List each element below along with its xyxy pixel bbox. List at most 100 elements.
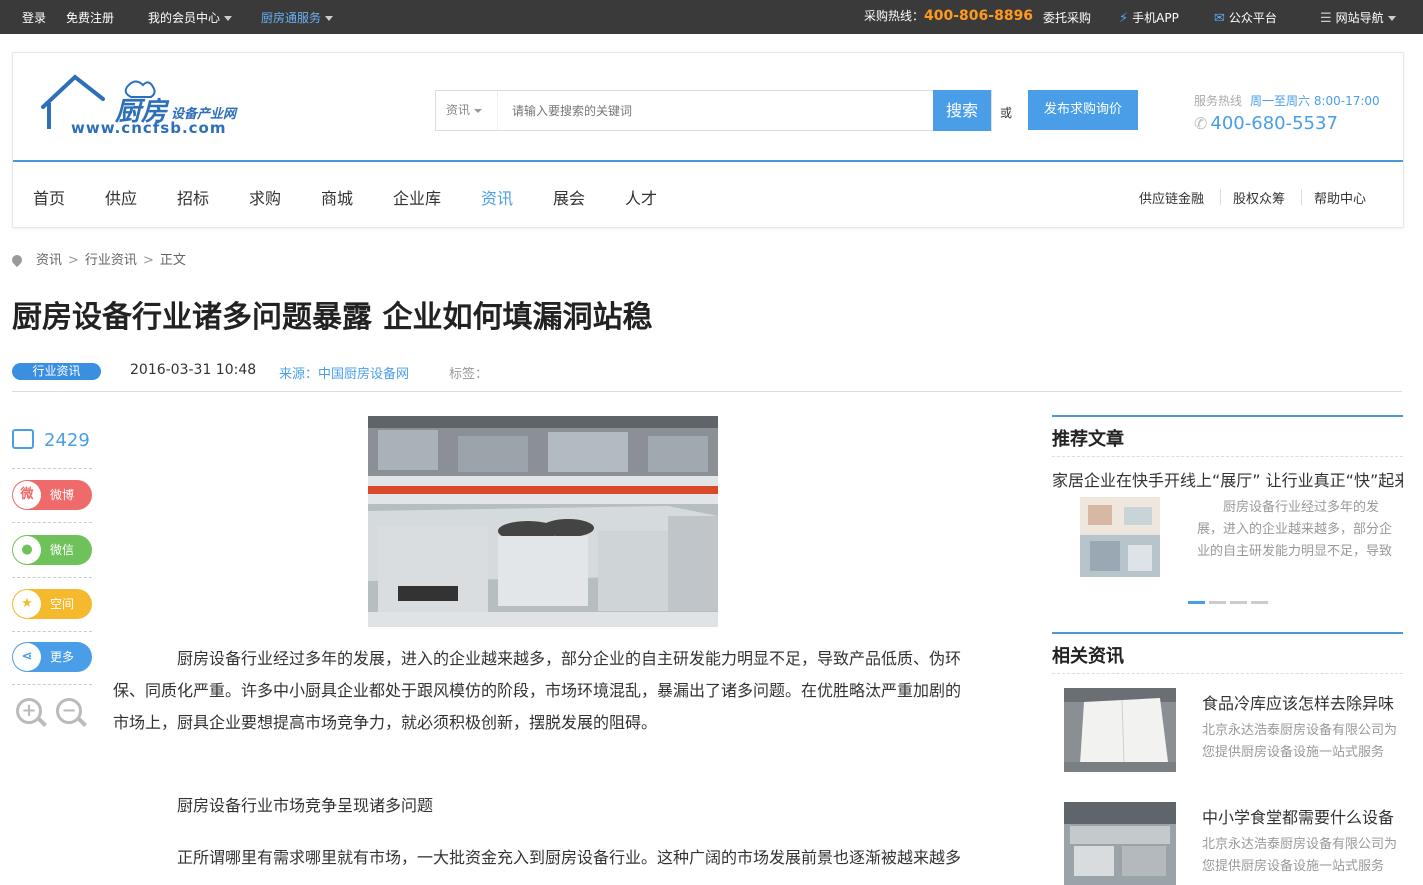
publish-inquiry-button[interactable]: 发布求购询价 bbox=[1028, 90, 1138, 130]
chevron-down-icon bbox=[1387, 16, 1396, 21]
share-divider bbox=[12, 522, 92, 523]
share-divider bbox=[12, 631, 92, 632]
carousel-dot[interactable] bbox=[1188, 601, 1205, 604]
mobile-app-label: 手机APP bbox=[1132, 11, 1179, 25]
breadcrumb-separator: > bbox=[68, 253, 79, 268]
share-weibo-button[interactable]: 微微博 bbox=[12, 480, 92, 510]
site-nav-menu[interactable]: ☰ 网站导航 bbox=[1320, 9, 1396, 26]
nav-item-equity-crowdfunding[interactable]: 股权众筹 bbox=[1233, 188, 1285, 207]
or-text: 或 bbox=[1000, 106, 1013, 120]
recommended-section: 推荐文章 家居企业在快手开线上“展厅” 让行业真正“快”起来 厨房设备行业经过多… bbox=[1052, 415, 1403, 615]
member-center-menu[interactable]: 我的会员中心 bbox=[148, 9, 233, 26]
share-wechat-label: 微信 bbox=[50, 543, 75, 557]
location-pin-icon bbox=[9, 252, 25, 267]
view-count: 2429 bbox=[12, 429, 90, 451]
related-item[interactable]: 中小学食堂都需要什么设备 北京永达浩泰厨房设备有限公司为您提供厨房设备设施一站式… bbox=[1052, 802, 1403, 885]
hotline-number: 400-806-8896 bbox=[924, 8, 1034, 24]
recommended-article-title[interactable]: 家居企业在快手开线上“展厅” 让行业真正“快”起来 bbox=[1052, 467, 1403, 491]
kitchen-equipment-photo bbox=[368, 416, 718, 627]
weibo-icon: 微 bbox=[13, 481, 41, 509]
register-link[interactable]: 免费注册 bbox=[66, 9, 114, 26]
nav-item-help-center[interactable]: 帮助中心 bbox=[1314, 188, 1366, 207]
nav-item-supply-chain-finance[interactable]: 供应链金融 bbox=[1139, 188, 1204, 207]
header-divider bbox=[13, 160, 1403, 162]
article-meta: 行业资讯 2016-03-31 10:48 来源：中国厨房设备网 标签： bbox=[12, 362, 1402, 392]
service-phone-number: 400-680-5537 bbox=[1210, 113, 1338, 134]
nav-item-supply[interactable]: 供应 bbox=[105, 185, 137, 209]
mobile-app-link[interactable]: ⚡ 手机APP bbox=[1119, 9, 1179, 26]
nav-item-bidding[interactable]: 招标 bbox=[177, 185, 209, 209]
related-title[interactable]: 中小学食堂都需要什么设备 bbox=[1202, 804, 1402, 828]
share-icon: ⋖ bbox=[13, 643, 41, 671]
nav-divider bbox=[1220, 189, 1221, 205]
cold-storage-photo bbox=[1064, 688, 1176, 772]
carousel-indicators bbox=[1188, 593, 1272, 608]
recommended-thumbnail-image bbox=[1080, 497, 1160, 577]
share-wechat-button[interactable]: ● 微信 bbox=[12, 535, 92, 565]
site-nav-label: 网站导航 bbox=[1335, 11, 1384, 25]
section-bar bbox=[1052, 632, 1403, 634]
nav-item-talent[interactable]: 人才 bbox=[625, 185, 657, 209]
related-section: 相关资讯 食品冷库应该怎样去除异味 北京永达浩泰厨房设备有限公司为您提供厨房设备… bbox=[1052, 632, 1403, 885]
public-platform-link[interactable]: ✉ 公众平台 bbox=[1214, 9, 1277, 26]
article-source[interactable]: 来源：中国厨房设备网 bbox=[279, 363, 409, 382]
search-category-select[interactable]: 资讯 bbox=[436, 91, 498, 130]
breadcrumb-industry-news[interactable]: 行业资讯 bbox=[85, 253, 137, 268]
top-bar: 登录 免费注册 我的会员中心 厨房通服务 采购热线：400-806-8896 委… bbox=[0, 0, 1423, 34]
breadcrumb-current: 正文 bbox=[159, 253, 186, 268]
search-button[interactable]: 搜索 bbox=[933, 90, 991, 131]
zoom-handle bbox=[77, 717, 87, 727]
zoom-in-button[interactable]: + bbox=[16, 698, 48, 730]
breadcrumb-news[interactable]: 资讯 bbox=[36, 253, 62, 268]
site-logo[interactable]: 厨房 设备产业网 www.cncfsb.com bbox=[39, 73, 259, 143]
carousel-dot[interactable] bbox=[1230, 601, 1247, 604]
public-platform-label: 公众平台 bbox=[1228, 11, 1277, 25]
service-hotline-info: 服务热线 周一至周六 8:00-17:00 bbox=[1194, 92, 1380, 109]
kitchen-service-label: 厨房通服务 bbox=[261, 11, 322, 25]
nav-item-home[interactable]: 首页 bbox=[33, 185, 65, 209]
hotline-label: 采购热线： bbox=[864, 9, 925, 23]
login-link[interactable]: 登录 bbox=[22, 9, 46, 26]
search-category-label: 资讯 bbox=[446, 103, 471, 117]
school-canteen-photo bbox=[1064, 802, 1176, 885]
nav-item-news[interactable]: 资讯 bbox=[481, 185, 513, 209]
member-center-label: 我的会员中心 bbox=[148, 11, 221, 25]
kitchen-service-menu[interactable]: 厨房通服务 bbox=[261, 9, 334, 26]
carousel-dot[interactable] bbox=[1251, 601, 1268, 604]
share-weibo-label: 微博 bbox=[50, 488, 75, 502]
category-badge[interactable]: 行业资讯 bbox=[12, 363, 101, 380]
article-paragraph: 厨房设备行业经过多年的发展，进入的企业越来越多，部分企业的自主研发能力明显不足，… bbox=[113, 649, 962, 732]
entrust-link[interactable]: 委托采购 bbox=[1043, 9, 1091, 26]
nav-item-purchase[interactable]: 求购 bbox=[249, 185, 281, 209]
zoom-out-button[interactable]: − bbox=[56, 698, 88, 730]
phone-icon: ✆ bbox=[1194, 114, 1208, 133]
nav-item-companies[interactable]: 企业库 bbox=[393, 185, 441, 209]
carousel-dot[interactable] bbox=[1209, 601, 1226, 604]
service-hours: 周一至周六 8:00-17:00 bbox=[1250, 94, 1380, 108]
service-phone: ✆ 400-680-5537 bbox=[1194, 113, 1338, 134]
article-paragraph: 正所谓哪里有需求哪里就有市场，一大批资金充入到厨房设备行业。这种广阔的市场发展前… bbox=[177, 848, 962, 867]
share-more-button[interactable]: ⋖ 更多 bbox=[12, 642, 92, 672]
app-icon: ⚡ bbox=[1119, 11, 1129, 26]
nav-item-mall[interactable]: 商城 bbox=[321, 185, 353, 209]
tags-label: 标签： bbox=[449, 367, 489, 382]
recommended-description: 厨房设备行业经过多年的发展，进入的企业越来越多，部分企业的自主研发能力明显不足，… bbox=[1197, 500, 1393, 559]
article-subheading: 厨房设备行业市场竞争呈现诸多问题 bbox=[177, 796, 434, 815]
related-title[interactable]: 食品冷库应该怎样去除异味 bbox=[1202, 690, 1402, 714]
share-divider bbox=[12, 577, 92, 578]
recommended-heading: 推荐文章 bbox=[1052, 429, 1124, 450]
related-item[interactable]: 食品冷库应该怎样去除异味 北京永达浩泰厨房设备有限公司为您提供厨房设备设施一站式… bbox=[1052, 688, 1403, 774]
share-qzone-button[interactable]: ★ 空间 bbox=[12, 589, 92, 619]
wechat-icon: ● bbox=[13, 536, 41, 564]
search-bar: 资讯 搜索 bbox=[435, 90, 992, 131]
section-divider bbox=[1052, 456, 1403, 457]
edit-icon bbox=[12, 429, 34, 449]
service-label: 服务热线 bbox=[1194, 94, 1243, 108]
search-input[interactable] bbox=[500, 91, 932, 130]
recommended-thumbnail[interactable] bbox=[1080, 497, 1160, 577]
share-divider bbox=[12, 684, 92, 685]
chevron-down-icon bbox=[224, 16, 233, 21]
nav-item-exhibition[interactable]: 展会 bbox=[553, 185, 585, 209]
section-bar bbox=[1052, 415, 1403, 417]
star-icon: ★ bbox=[13, 590, 41, 618]
